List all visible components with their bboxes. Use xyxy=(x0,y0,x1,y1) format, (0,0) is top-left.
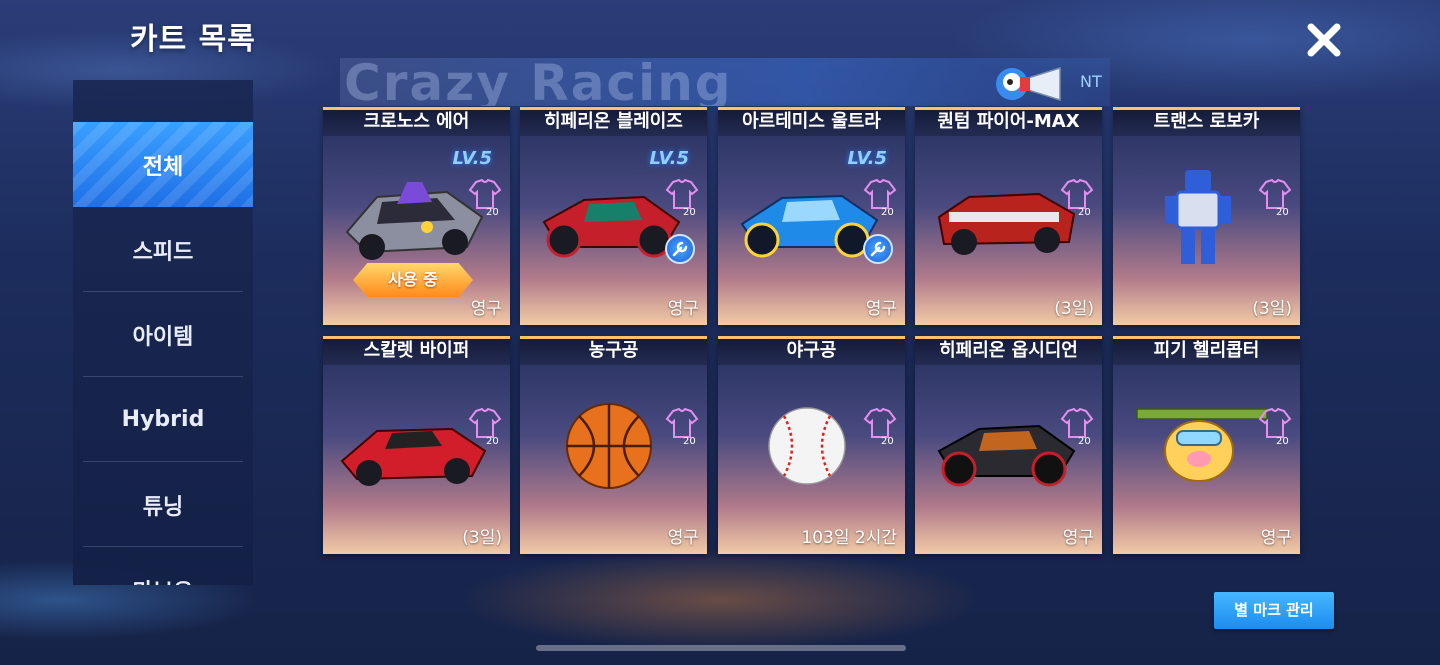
shirt-count: 20 xyxy=(486,207,499,218)
shirt-count: 20 xyxy=(1276,436,1289,447)
kart-grid: 크로노스 에어 LV.5 20 사용 중 영구 히페리온 블레이즈 LV.5 2… xyxy=(323,107,1303,557)
home-indicator[interactable] xyxy=(536,645,906,651)
kart-card-piggy-helicopter[interactable]: 피기 헬리콥터 20 영구 xyxy=(1113,336,1300,554)
shirt-icon: 20 xyxy=(1060,407,1094,447)
shirt-icon: 20 xyxy=(863,178,897,218)
page-title: 카트 목록 xyxy=(130,22,256,57)
shirt-icon: 20 xyxy=(1258,407,1292,447)
shirt-count: 20 xyxy=(1276,207,1289,218)
kart-duration: 103일 2시간 xyxy=(801,528,897,548)
kart-name: 피기 헬리콥터 xyxy=(1113,339,1300,365)
sidebar-item-label: Hybrid xyxy=(121,407,205,432)
kart-name: 퀀텀 파이어-MAX xyxy=(915,110,1102,136)
in-use-badge: 사용 중 xyxy=(353,263,473,297)
shirt-icon: 20 xyxy=(1060,178,1094,218)
shirt-count: 20 xyxy=(1078,436,1091,447)
kart-card-artemis-ultra[interactable]: 아르테미스 울트라 LV.5 20 영구 xyxy=(718,107,905,325)
kart-duration: 영구 xyxy=(667,299,699,319)
kart-duration: (3일) xyxy=(462,528,502,548)
kart-card-hyperion-blaze[interactable]: 히페리온 블레이즈 LV.5 20 영구 xyxy=(520,107,707,325)
kart-card-quantum-fire-max[interactable]: 퀀텀 파이어-MAX 20 (3일) xyxy=(915,107,1102,325)
robot-car-icon xyxy=(1165,170,1231,264)
sidebar-item-item[interactable]: 아이템 xyxy=(73,292,253,377)
kart-card-baseball[interactable]: 야구공 20 103일 2시간 xyxy=(718,336,905,554)
sidebar-item-label: 튜닝 xyxy=(142,494,184,520)
blue-sport-kart-icon xyxy=(740,194,879,258)
kart-name: 농구공 xyxy=(520,339,707,365)
kart-card-scarlet-viper[interactable]: 스칼렛 바이퍼 20 (3일) xyxy=(323,336,510,554)
kart-card-hyperion-obsidian[interactable]: 히페리온 옵시디언 20 영구 xyxy=(915,336,1102,554)
baseball-icon xyxy=(768,407,846,485)
kart-name: 스칼렛 바이퍼 xyxy=(323,339,510,365)
kart-duration: (3일) xyxy=(1054,299,1094,319)
kart-duration: 영구 xyxy=(667,528,699,548)
kart-name: 히페리온 옵시디언 xyxy=(915,339,1102,365)
shirt-count: 20 xyxy=(486,436,499,447)
sidebar-item-speed[interactable]: 스피드 xyxy=(73,207,253,292)
kart-name: 아르테미스 울트라 xyxy=(718,110,905,136)
star-mark-manage-button[interactable]: 별 마크 관리 xyxy=(1214,592,1334,629)
category-sidebar: 전체 스피드 아이템 Hybrid 튜닝 마보유 xyxy=(73,80,253,585)
kart-duration: 영구 xyxy=(1260,528,1292,548)
silver-racing-kart-icon xyxy=(345,182,484,260)
kart-name: 야구공 xyxy=(718,339,905,365)
shirt-count: 20 xyxy=(881,207,894,218)
shirt-icon: 20 xyxy=(468,178,502,218)
shirt-icon: 20 xyxy=(468,407,502,447)
kart-name: 히페리온 블레이즈 xyxy=(520,110,707,136)
basketball-icon xyxy=(566,403,652,489)
kart-card-trans-robocar[interactable]: 트랜스 로보카 20 (3일) xyxy=(1113,107,1300,325)
sidebar-item-label: 스피드 xyxy=(132,239,194,265)
sidebar-item-tuning[interactable]: 튜닝 xyxy=(73,462,253,547)
sidebar-item-label: 마보유 xyxy=(133,574,194,586)
banner-tag: NT xyxy=(1080,72,1102,91)
shirt-count: 20 xyxy=(683,207,696,218)
sidebar-item-label: 아이템 xyxy=(132,324,194,350)
pig-helicopter-icon xyxy=(1136,408,1268,482)
wrench-icon[interactable] xyxy=(863,234,893,264)
kart-card-basketball[interactable]: 농구공 20 영구 xyxy=(520,336,707,554)
kart-name: 크로노스 에어 xyxy=(323,110,510,136)
event-banner: Crazy Racing NT xyxy=(340,58,1110,106)
banner-text: Crazy Racing xyxy=(344,58,733,106)
shirt-icon: 20 xyxy=(665,178,699,218)
shirt-icon: 20 xyxy=(863,407,897,447)
shirt-count: 20 xyxy=(1078,207,1091,218)
megaphone-mascot-icon xyxy=(996,66,1061,102)
kart-duration: 영구 xyxy=(865,299,897,319)
black-sport-kart-icon xyxy=(937,424,1076,487)
sidebar-item-label: 전체 xyxy=(142,154,184,180)
shirt-icon: 20 xyxy=(1258,178,1292,218)
shirt-count: 20 xyxy=(881,436,894,447)
kart-duration: 영구 xyxy=(1062,528,1094,548)
shirt-icon: 20 xyxy=(665,407,699,447)
red-supercar-icon xyxy=(340,427,487,486)
kart-card-chronos-air[interactable]: 크로노스 에어 LV.5 20 사용 중 영구 xyxy=(323,107,510,325)
sidebar-item-hybrid[interactable]: Hybrid xyxy=(73,377,253,462)
sidebar-item-unowned[interactable]: 마보유 xyxy=(73,547,253,586)
red-sport-kart-icon xyxy=(542,195,681,258)
wrench-icon[interactable] xyxy=(665,234,695,264)
kart-duration: 영구 xyxy=(470,299,502,319)
header: Crazy Racing NT 카트 목록 xyxy=(0,0,1440,106)
sidebar-item-all[interactable]: 전체 xyxy=(73,122,253,207)
close-icon[interactable] xyxy=(1300,16,1348,64)
shirt-count: 20 xyxy=(683,436,696,447)
kart-duration: (3일) xyxy=(1252,299,1292,319)
red-muscle-car-icon xyxy=(937,192,1076,255)
kart-name: 트랜스 로보카 xyxy=(1113,110,1300,136)
